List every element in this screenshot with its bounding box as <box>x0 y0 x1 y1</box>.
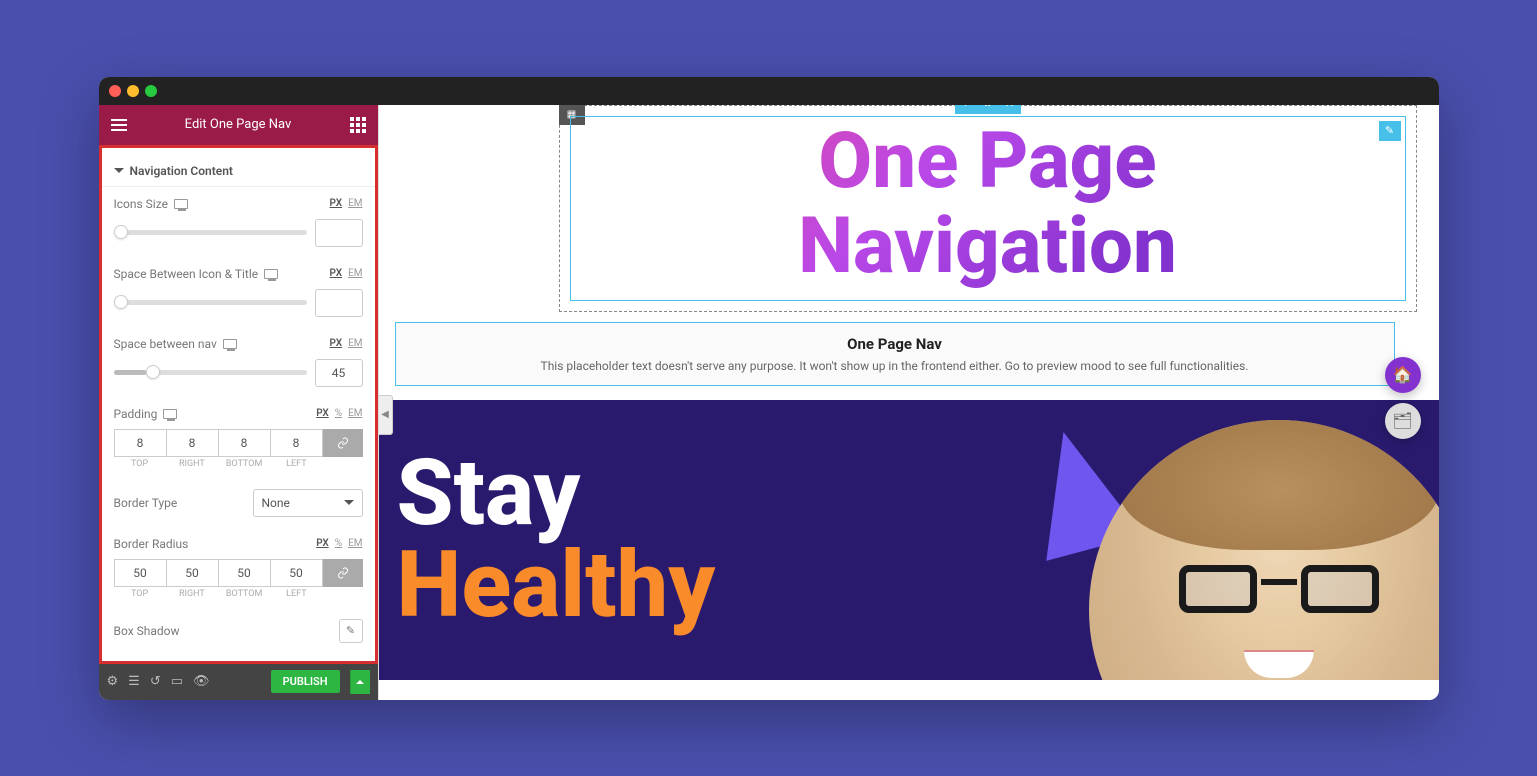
widget-title: One Page Nav <box>414 335 1376 353</box>
radius-left[interactable] <box>271 559 323 587</box>
unit-em[interactable]: EM <box>348 538 362 549</box>
edit-box-shadow-button[interactable]: ✎ <box>339 619 363 643</box>
padding-bottom[interactable] <box>219 429 271 457</box>
close-icon[interactable] <box>109 85 121 97</box>
edit-typography-button[interactable]: ✎ <box>339 663 363 664</box>
floating-nav-buttons: 🏠 🗂 <box>1385 357 1421 439</box>
control-space-nav: Space between nav PXEM <box>102 327 375 355</box>
card-nav-button[interactable]: 🗂 <box>1385 403 1421 439</box>
radius-right[interactable] <box>167 559 219 587</box>
sidebar-header: Edit One Page Nav <box>99 105 378 145</box>
move-section-button[interactable]: ⠿ <box>977 105 999 114</box>
radius-top[interactable] <box>114 559 167 587</box>
collapse-sidebar-button[interactable]: ◀ <box>379 395 393 435</box>
one-page-nav-widget[interactable]: One Page Nav This placeholder text doesn… <box>395 322 1395 386</box>
icons-size-input[interactable] <box>315 219 363 247</box>
section-title-label: Navigation Content <box>130 164 233 178</box>
navigator-icon[interactable]: ☰ <box>128 674 140 689</box>
control-typography: Typography 🌐 ✎ <box>102 653 375 664</box>
section-handles: + ⠿ ✕ <box>955 105 1021 114</box>
space-nav-slider[interactable] <box>114 370 307 375</box>
link-values-button[interactable] <box>323 559 363 587</box>
maximize-icon[interactable] <box>145 85 157 97</box>
responsive-icon[interactable] <box>223 339 237 349</box>
link-values-button[interactable] <box>323 429 363 457</box>
publish-options-button[interactable] <box>350 670 370 694</box>
globe-icon[interactable]: 🌐 <box>311 663 335 664</box>
control-border-radius: Border Radius PX%EM <box>102 527 375 555</box>
chevron-down-icon <box>344 500 354 505</box>
sidebar-footer: ⚙ ☰ ↺ ▭ 👁 PUBLISH <box>99 664 378 700</box>
sidebar-controls: Navigation Content Icons Size PXEM Space… <box>99 145 378 664</box>
padding-right[interactable] <box>167 429 219 457</box>
selected-section[interactable]: ▦ + ⠿ ✕ ✎ One PageNavigation <box>559 105 1417 313</box>
app-window: Edit One Page Nav Navigation Content Ico… <box>99 77 1439 700</box>
unit-pct[interactable]: % <box>335 538 342 549</box>
control-icons-size: Icons Size PXEM <box>102 187 375 215</box>
window-titlebar <box>99 77 1439 105</box>
unit-px[interactable]: PX <box>330 338 343 349</box>
control-border-type: Border Type None <box>102 479 375 527</box>
sidebar-title: Edit One Page Nav <box>185 117 292 132</box>
unit-em[interactable]: EM <box>348 268 362 279</box>
section-navigation-content[interactable]: Navigation Content <box>102 156 375 187</box>
unit-px[interactable]: PX <box>316 538 329 549</box>
control-space-icon-title: Space Between Icon & Title PXEM <box>102 257 375 285</box>
caret-down-icon <box>114 168 124 173</box>
responsive-icon[interactable] <box>163 409 177 419</box>
unit-px[interactable]: PX <box>330 268 343 279</box>
control-padding: Padding PX%EM <box>102 397 375 425</box>
space-icon-title-input[interactable] <box>315 289 363 317</box>
unit-em[interactable]: EM <box>348 338 362 349</box>
delete-section-button[interactable]: ✕ <box>999 105 1021 114</box>
editor-sidebar: Edit One Page Nav Navigation Content Ico… <box>99 105 379 700</box>
widgets-grid-icon[interactable] <box>350 117 366 133</box>
padding-top[interactable] <box>114 429 167 457</box>
border-type-select[interactable]: None <box>253 489 363 517</box>
unit-px[interactable]: PX <box>330 198 343 209</box>
unit-em[interactable]: EM <box>348 198 362 209</box>
settings-icon[interactable]: ⚙ <box>107 674 119 689</box>
responsive-mode-icon[interactable]: ▭ <box>171 674 183 689</box>
headline: Stay Healthy <box>397 448 716 632</box>
person-image <box>1089 420 1439 680</box>
home-nav-button[interactable]: 🏠 <box>1385 357 1421 393</box>
radius-bottom[interactable] <box>219 559 271 587</box>
hero-section: ▦ + ⠿ ✕ ✎ One PageNavigation One Page N <box>379 105 1439 387</box>
preview-icon[interactable]: 👁 <box>193 674 210 689</box>
control-box-shadow: Box Shadow ✎ <box>102 609 375 653</box>
unit-px[interactable]: PX <box>316 408 329 419</box>
widget-placeholder-text: This placeholder text doesn't serve any … <box>414 359 1376 373</box>
menu-icon[interactable] <box>111 119 127 131</box>
responsive-icon[interactable] <box>174 199 188 209</box>
page-title: One PageNavigation <box>589 119 1387 291</box>
space-icon-title-slider[interactable] <box>114 300 307 305</box>
padding-left[interactable] <box>271 429 323 457</box>
title-widget[interactable]: ✎ One PageNavigation <box>570 116 1406 302</box>
minimize-icon[interactable] <box>127 85 139 97</box>
editor-canvas[interactable]: ◀ ▦ + ⠿ ✕ ✎ One PageNavigation <box>379 105 1439 700</box>
history-icon[interactable]: ↺ <box>150 674 161 689</box>
add-section-button[interactable]: + <box>955 105 977 114</box>
unit-em[interactable]: EM <box>348 408 362 419</box>
icons-size-slider[interactable] <box>114 230 307 235</box>
responsive-icon[interactable] <box>264 269 278 279</box>
content-section[interactable]: Stay Healthy <box>379 400 1439 680</box>
publish-button[interactable]: PUBLISH <box>271 670 340 693</box>
edit-widget-button[interactable]: ✎ <box>1379 121 1401 141</box>
unit-pct[interactable]: % <box>335 408 342 419</box>
space-nav-input[interactable] <box>315 359 363 387</box>
